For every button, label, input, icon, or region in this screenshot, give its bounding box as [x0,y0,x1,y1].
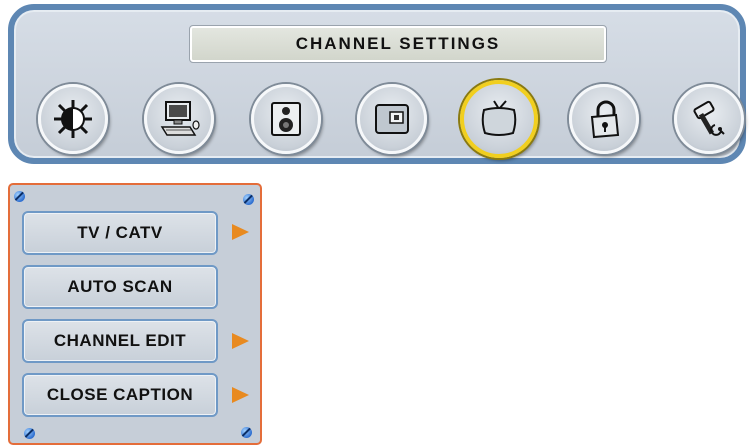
menu-item-channel-edit[interactable]: CHANNEL EDIT [22,319,218,363]
tv-icon [481,100,517,136]
channel-settings-menu-button[interactable] [460,80,538,158]
submenu-arrow-icon [232,333,249,349]
computer-menu-button[interactable] [144,84,214,154]
channel-settings-submenu: TV / CATV AUTO SCAN CHANNEL EDIT CLOSE C… [8,183,262,445]
menu-item-tv-catv[interactable]: TV / CATV [22,211,218,255]
setup-tools-menu-button[interactable] [674,84,744,154]
menu-item-auto-scan[interactable]: AUTO SCAN [22,265,218,309]
brightness-menu-button[interactable] [38,84,108,154]
speaker-icon [271,102,301,136]
corner-screw-icon [14,191,25,202]
corner-screw-icon [243,194,254,205]
brightness-icon [54,100,92,138]
parental-lock-menu-button[interactable] [569,84,639,154]
corner-screw-icon [24,428,35,439]
computer-icon [160,101,200,136]
picture-in-picture-icon [375,104,409,134]
lock-icon [590,100,620,139]
submenu-arrow-icon [232,387,249,403]
audio-menu-button[interactable] [251,84,321,154]
submenu-arrow-icon [232,224,249,240]
corner-screw-icon [241,427,252,438]
menu-title: CHANNEL SETTINGS [189,25,607,63]
menu-item-close-caption[interactable]: CLOSE CAPTION [22,373,218,417]
menu-icon-row [14,76,744,158]
pip-menu-button[interactable] [357,84,427,154]
tools-icon [693,100,725,136]
main-menu-panel: CHANNEL SETTINGS [8,4,746,164]
